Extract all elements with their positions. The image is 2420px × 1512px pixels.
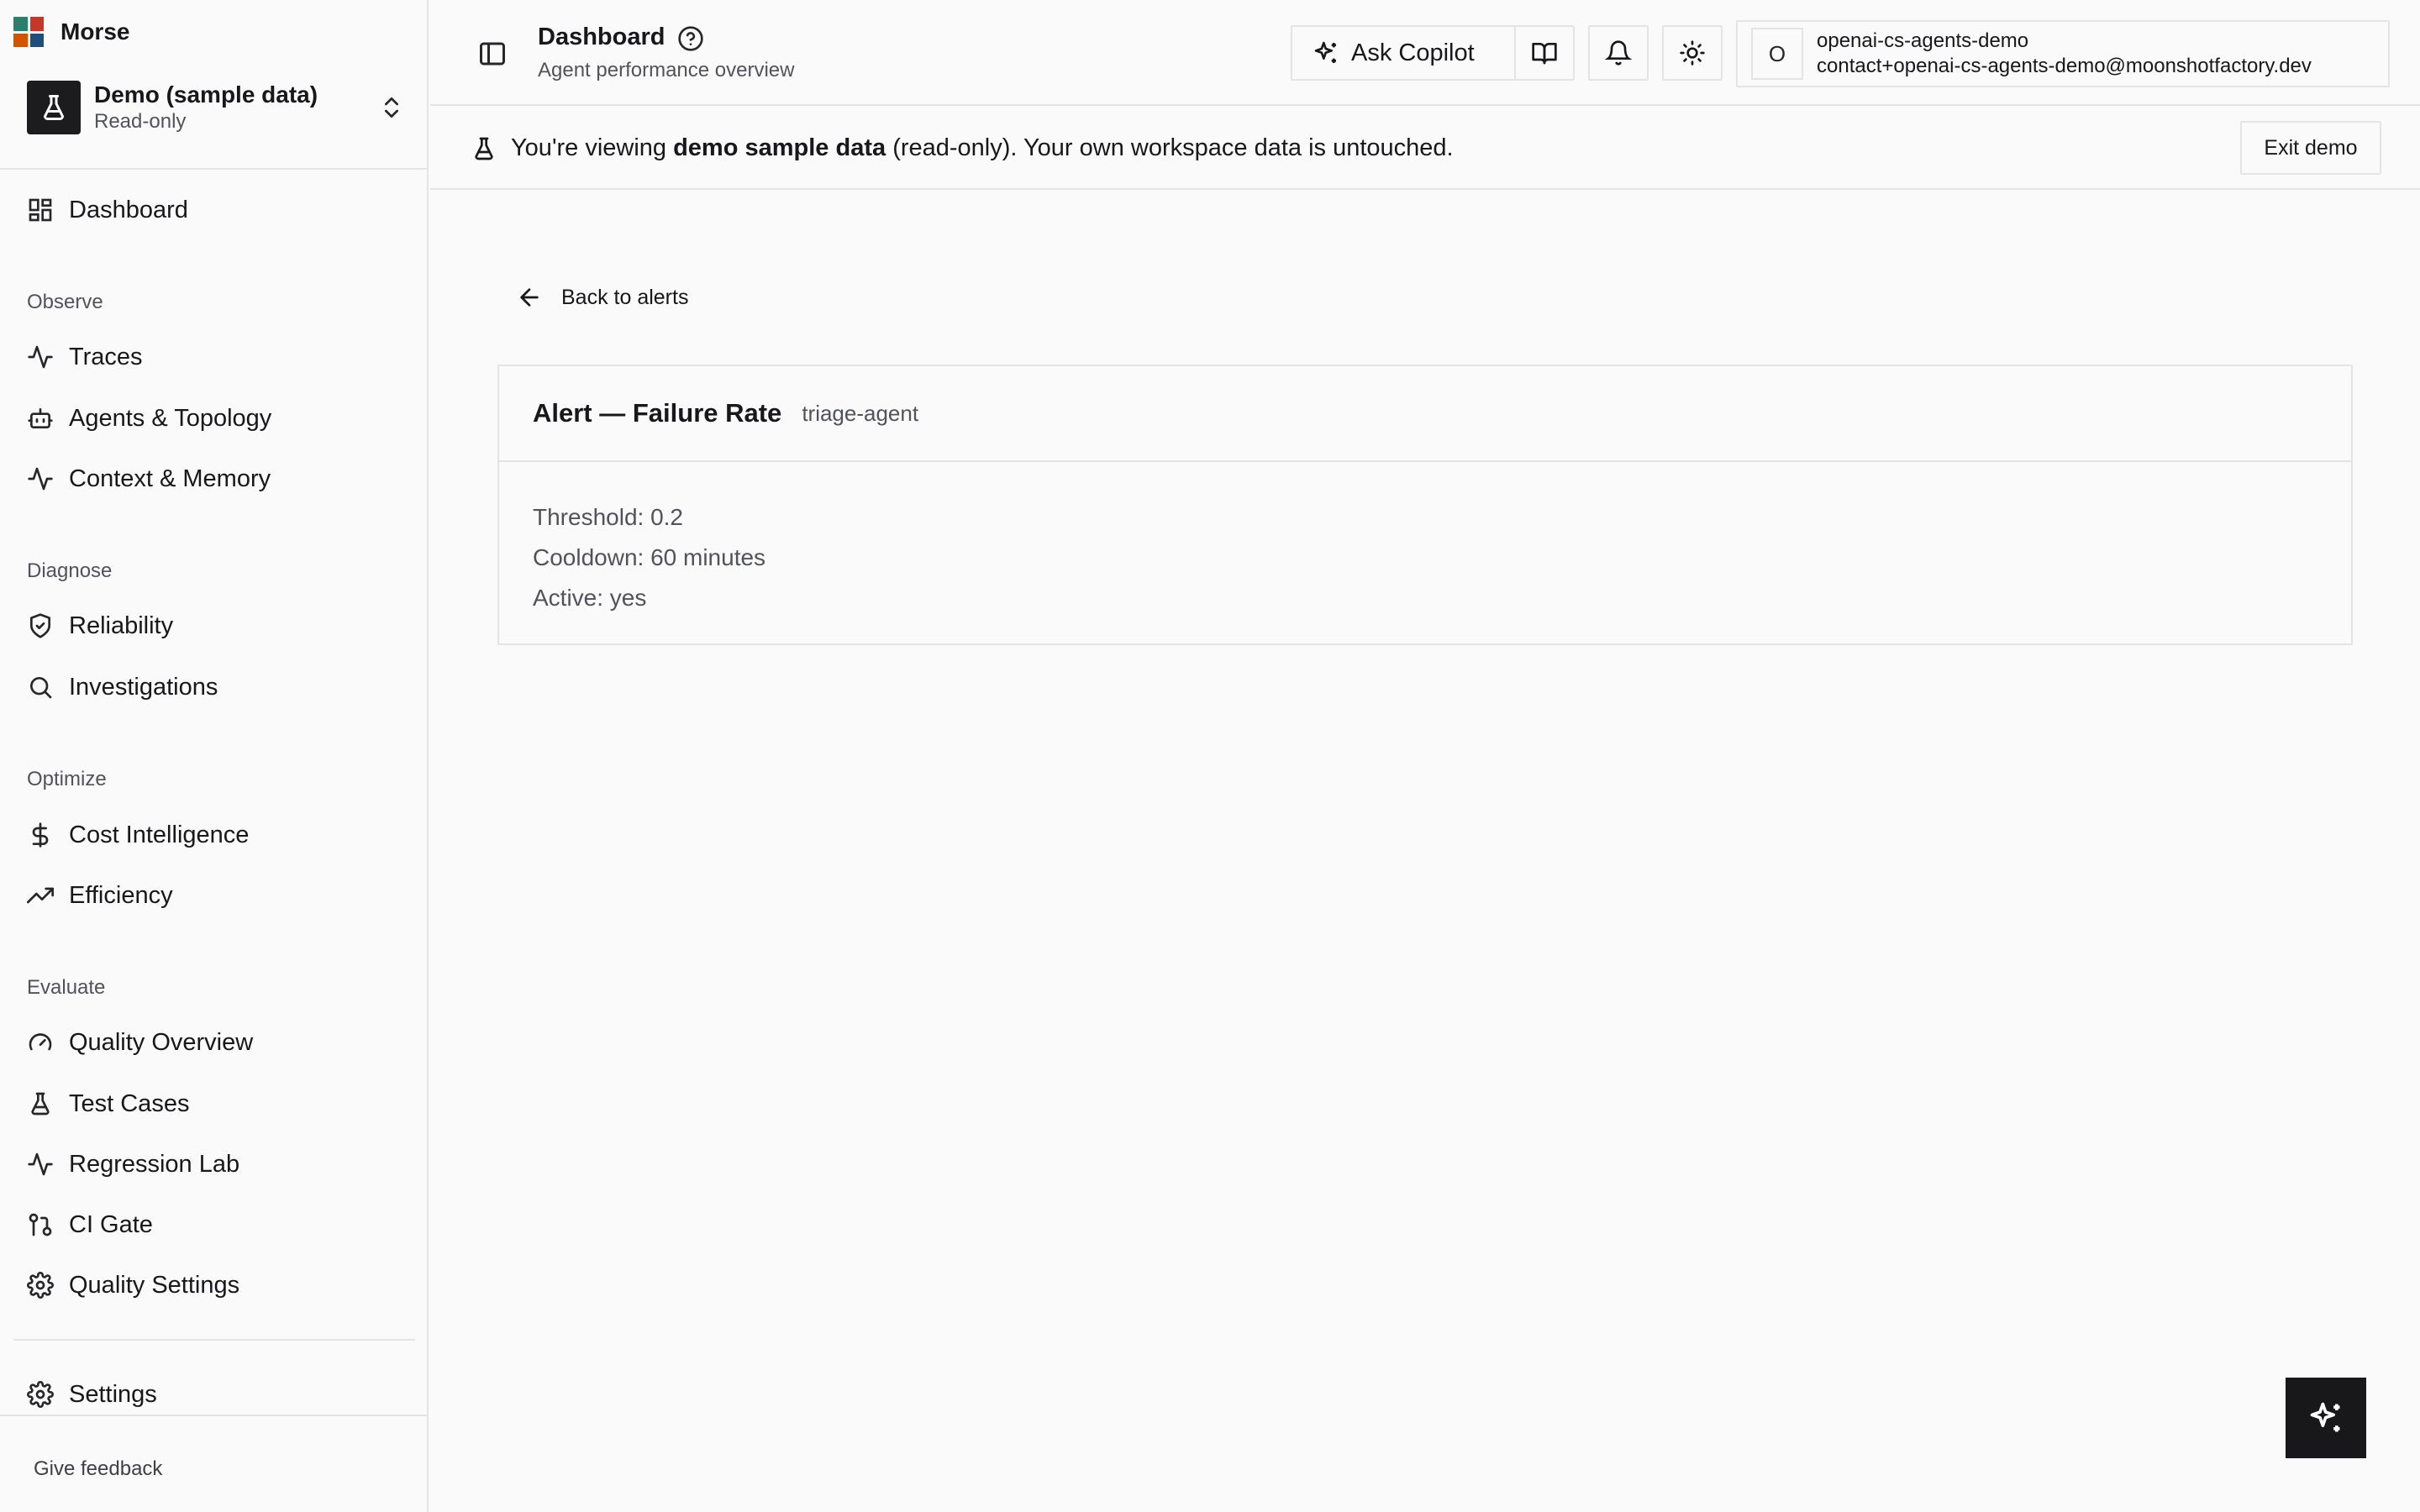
theme-toggle-button[interactable] xyxy=(1662,25,1723,81)
alert-threshold: Threshold: 0.2 xyxy=(533,504,683,530)
top-header: Dashboard Agent performance overview Ask… xyxy=(430,0,2420,106)
sidebar-item-label: Quality Settings xyxy=(69,1271,240,1299)
sidebar-item-label: Agents & Topology xyxy=(69,404,272,432)
sidebar-item-quality-settings[interactable]: Quality Settings xyxy=(27,1265,239,1305)
sidebar-item-label: Efficiency xyxy=(69,881,173,909)
git-pull-request-icon xyxy=(29,1213,52,1236)
sidebar-item-reliability[interactable]: Reliability xyxy=(27,606,173,646)
back-to-alerts-label: Back to alerts xyxy=(561,285,689,309)
banner-bold: demo sample data xyxy=(673,134,886,161)
alert-agent: triage-agent xyxy=(802,400,919,426)
copilot-fab-button[interactable] xyxy=(2286,1378,2366,1458)
ask-copilot-label: Ask Copilot xyxy=(1351,39,1475,66)
gear-icon xyxy=(27,1381,54,1408)
sidebar-item-label: Quality Overview xyxy=(69,1028,254,1056)
page-subtitle: Agent performance overview xyxy=(538,59,795,81)
demo-banner-text: You're viewing demo sample data (read-on… xyxy=(511,134,1454,162)
activity-icon xyxy=(28,345,53,369)
sidebar-divider xyxy=(13,1339,415,1341)
demo-banner: You're viewing demo sample data (read-on… xyxy=(430,108,2420,190)
alert-card: Alert — Failure Rate triage-agent Thresh… xyxy=(497,365,2353,645)
back-to-alerts-link[interactable]: Back to alerts xyxy=(516,282,688,312)
bell-icon xyxy=(1605,40,1632,66)
arrow-left-icon xyxy=(520,288,539,307)
section-title-diagnose: Diagnose xyxy=(27,559,113,582)
page-title: Dashboard xyxy=(538,24,666,50)
sidebar-toggle-icon[interactable] xyxy=(477,39,508,69)
banner-prefix: You're viewing xyxy=(511,134,667,161)
banner-suffix: (read-only). Your own workspace data is … xyxy=(892,134,1454,161)
sidebar-divider xyxy=(0,1415,429,1416)
user-menu[interactable]: O openai-cs-agents-demo contact+openai-c… xyxy=(1736,20,2390,87)
sidebar-item-regression-lab[interactable]: Regression Lab xyxy=(27,1144,239,1184)
sidebar-item-agents-topology[interactable]: Agents & Topology xyxy=(27,398,271,438)
flask-icon xyxy=(31,1092,50,1116)
chevrons-up-down-icon xyxy=(385,97,398,118)
gauge-icon xyxy=(29,1033,52,1051)
trending-up-icon xyxy=(27,887,54,904)
book-open-icon xyxy=(1532,43,1557,65)
section-title-observe: Observe xyxy=(27,291,103,313)
sparkles-icon xyxy=(2310,1402,2340,1432)
shield-check-icon xyxy=(30,613,50,638)
bot-icon xyxy=(28,408,53,428)
gear-icon xyxy=(27,1272,54,1299)
exit-demo-button[interactable]: Exit demo xyxy=(2240,121,2381,175)
avatar: O xyxy=(1751,28,1803,80)
dashboard-icon xyxy=(29,198,52,222)
sidebar-item-test-cases[interactable]: Test Cases xyxy=(27,1084,189,1124)
give-feedback-link[interactable]: Give feedback xyxy=(34,1457,162,1481)
brand-name: Morse xyxy=(60,18,130,45)
workspace-access: Read-only xyxy=(94,110,187,133)
alert-title: Alert — Failure Rate xyxy=(533,398,782,428)
sidebar-item-investigations[interactable]: Investigations xyxy=(27,667,218,707)
sidebar-item-efficiency[interactable]: Efficiency xyxy=(27,875,173,916)
help-circle-icon[interactable] xyxy=(677,25,704,52)
user-name: openai-cs-agents-demo xyxy=(1817,29,2029,52)
dollar-icon xyxy=(32,822,49,848)
section-title-optimize: Optimize xyxy=(27,768,107,790)
workspace-name: Demo (sample data) xyxy=(94,81,318,108)
sparkles-icon xyxy=(1314,41,1336,63)
activity-icon xyxy=(28,1152,53,1176)
sidebar-item-traces[interactable]: Traces xyxy=(27,337,143,377)
sidebar-item-dashboard[interactable]: Dashboard xyxy=(27,190,188,230)
sun-icon xyxy=(1680,40,1705,66)
sidebar-item-quality-overview[interactable]: Quality Overview xyxy=(27,1022,253,1063)
sidebar-item-label: Cost Intelligence xyxy=(69,821,250,848)
sidebar-item-label: Regression Lab xyxy=(69,1150,240,1178)
flask-icon xyxy=(475,137,493,160)
sidebar-item-label: Reliability xyxy=(69,612,174,639)
sidebar-item-cost-intelligence[interactable]: Cost Intelligence xyxy=(27,815,249,855)
activity-icon xyxy=(28,467,53,491)
sidebar: Morse Demo (sample data) Read-only Dashb… xyxy=(0,0,429,1512)
sidebar-item-label: Context & Memory xyxy=(69,465,271,492)
workspace-switcher[interactable]: Demo (sample data) Read-only xyxy=(27,79,405,136)
ask-copilot-button[interactable]: Ask Copilot xyxy=(1291,25,1519,81)
notifications-button[interactable] xyxy=(1588,25,1649,81)
section-title-evaluate: Evaluate xyxy=(27,976,106,999)
sidebar-item-label: Test Cases xyxy=(69,1089,190,1117)
sidebar-item-label: Traces xyxy=(69,343,143,370)
alert-card-body: Threshold: 0.2 Cooldown: 60 minutes Acti… xyxy=(499,462,2351,618)
docs-button[interactable] xyxy=(1514,25,1575,81)
sidebar-item-ci-gate[interactable]: CI Gate xyxy=(27,1205,153,1245)
alert-card-header: Alert — Failure Rate triage-agent xyxy=(499,366,2351,462)
sidebar-item-label: Dashboard xyxy=(69,196,188,223)
sidebar-item-label: Investigations xyxy=(69,673,218,701)
user-email: contact+openai-cs-agents-demo@moonshotfa… xyxy=(1817,55,2312,77)
flask-icon xyxy=(27,81,81,134)
sidebar-item-label: Settings xyxy=(69,1380,157,1408)
sidebar-item-context-memory[interactable]: Context & Memory xyxy=(27,459,271,499)
alert-active: Active: yes xyxy=(533,585,647,611)
search-icon xyxy=(30,677,52,699)
brand[interactable]: Morse xyxy=(13,15,129,49)
sidebar-item-settings[interactable]: Settings xyxy=(27,1374,157,1415)
morse-logo xyxy=(13,17,44,47)
sidebar-divider xyxy=(0,168,429,170)
sidebar-item-label: CI Gate xyxy=(69,1210,153,1238)
alert-cooldown: Cooldown: 60 minutes xyxy=(533,544,766,570)
